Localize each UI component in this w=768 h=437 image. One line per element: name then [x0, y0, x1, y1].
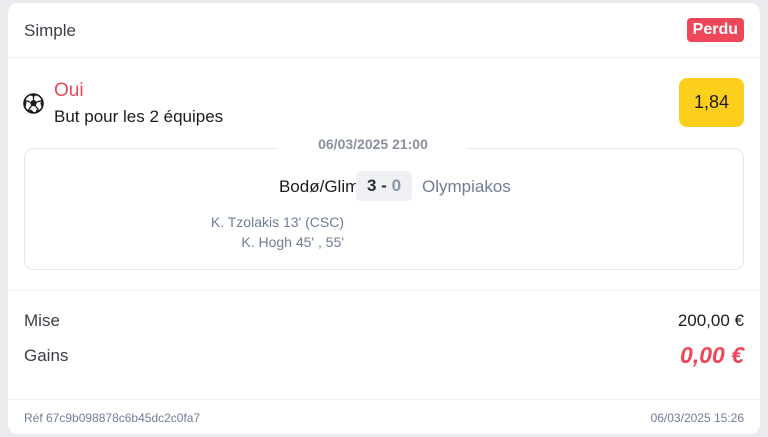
scorer-line: K. Hogh 45' , 55' [241, 234, 344, 250]
score-away: 0 [391, 176, 402, 195]
match-datetime: 06/03/2025 21:00 [278, 136, 468, 152]
market-label: But pour les 2 équipes [54, 107, 224, 126]
scorers-list: K. Tzolakis 13' (CSC) K. Hogh 45' , 55' [211, 212, 344, 252]
bet-reference: Réf 67c9b098878c6b45dc2c0fa7 [24, 411, 201, 425]
match-box [24, 148, 744, 270]
gains-value: 0,00 € [680, 342, 744, 368]
odds-badge: 1,84 [679, 78, 744, 127]
stake-label: Mise [24, 311, 60, 330]
score-separator: - [381, 176, 387, 195]
score-home: 3 [366, 176, 377, 195]
status-badge: Perdu [686, 18, 744, 42]
score-box: 3 - 0 [356, 171, 412, 201]
placed-at-timestamp: 06/03/2025 15:26 [650, 411, 744, 425]
gains-label: Gains [24, 346, 69, 365]
pick-label: Oui [54, 80, 84, 101]
stakes-section: Mise 200,00 € Gains 0,00 € [8, 290, 760, 400]
bet-selection: Oui But pour les 2 équipes 1,84 06/03/20… [8, 59, 760, 291]
home-team: Bodø/Glimt [278, 177, 364, 196]
stake-value: 200,00 € [677, 311, 744, 330]
bet-footer: Réf 67c9b098878c6b45dc2c0fa7 06/03/2025 … [8, 399, 760, 434]
bet-header: Simple Perdu [8, 3, 760, 58]
bet-type-label: Simple [24, 21, 76, 40]
scorer-line: K. Tzolakis 13' (CSC) [210, 214, 344, 230]
soccer-ball-icon [23, 93, 44, 114]
bet-card: Simple Perdu Oui But pour les 2 équipes … [8, 3, 760, 434]
away-team: Olympiakos [422, 177, 511, 196]
